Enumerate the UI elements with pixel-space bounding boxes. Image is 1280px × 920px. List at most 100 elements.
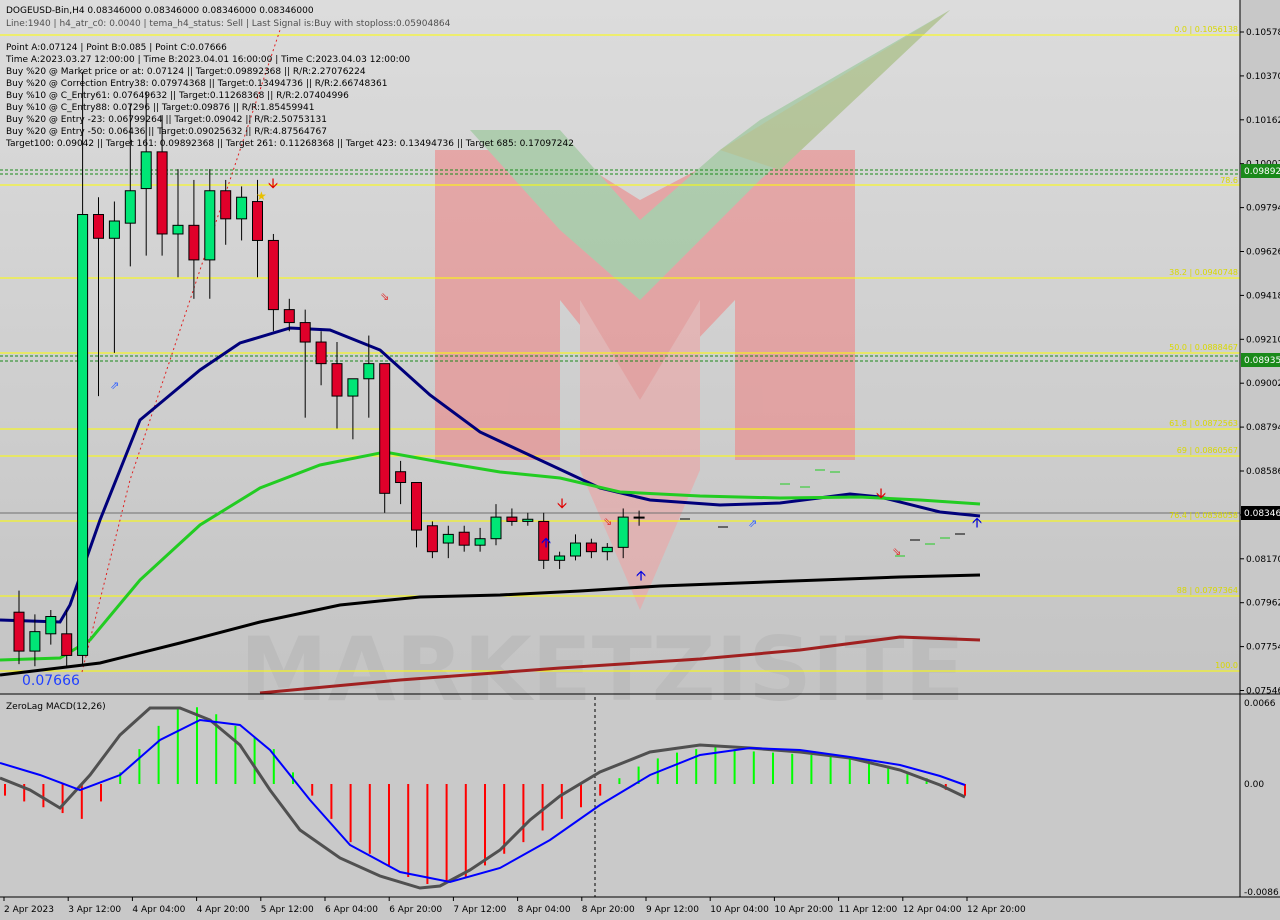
price-tick-label: 0.09418 (1246, 291, 1280, 301)
macd-tick: 0.0066 (1244, 699, 1276, 709)
time-tick-label: 3 Apr 12:00 (68, 905, 121, 915)
candle-body (506, 516, 518, 522)
time-tick-label: 9 Apr 12:00 (646, 905, 699, 915)
overlay-line: Line:1940 | h4_atr_c0: 0.0040 | tema_h4_… (6, 19, 451, 29)
hollow-down-arrow-icon: ⇘ (380, 290, 389, 303)
buy-arrow-icon: 🡩 (972, 515, 982, 531)
time-tick-label: 10 Apr 04:00 (710, 905, 769, 915)
info-line: Buy %20 @ Market price or at: 0.07124 ||… (6, 67, 366, 77)
macd-tick: 0.00 (1244, 780, 1264, 790)
info-line: Buy %10 @ C_Entry61: 0.07649632 || Targe… (6, 91, 349, 101)
candle-body (395, 471, 407, 484)
candle-body (204, 190, 216, 261)
candle-body (442, 533, 454, 544)
price-tick-label: 0.07754 (1246, 643, 1280, 653)
hollow-down-arrow-icon: ⇘ (603, 515, 612, 528)
hollow-up-arrow-icon: ⇗ (110, 379, 119, 392)
sell-arrow-icon: 🡫 (557, 496, 567, 512)
watermark-text: MARKETZISITE (240, 618, 965, 721)
buy-arrow-icon: 🡩 (541, 535, 551, 551)
chart-window[interactable]: MARKETZISITE 0.0 | 0.1056138 78.6 38.2 |… (0, 0, 1280, 920)
candle-body (490, 516, 502, 540)
info-line: Buy %20 @ Correction Entry38: 0.07974368… (6, 79, 387, 89)
fib-label: 100.0 (1215, 661, 1238, 670)
macd-title: ZeroLag MACD(12,26) (6, 702, 106, 712)
price-tick-label: 0.09210 (1246, 335, 1280, 345)
candle-body (29, 631, 41, 652)
candle-body (252, 201, 263, 241)
candle-body (347, 378, 359, 397)
candle-body (220, 190, 232, 220)
price-tick-label: 0.10370 (1246, 72, 1280, 82)
time-tick-label: 7 Apr 12:00 (453, 905, 506, 915)
price-tick-label: 0.09794 (1246, 204, 1280, 214)
candle-body (570, 542, 581, 557)
candle-body (283, 309, 295, 324)
fib-label: 88 | 0.0797364 (1177, 586, 1238, 595)
time-tick-label: 8 Apr 20:00 (582, 905, 635, 915)
candle-body (267, 239, 279, 311)
candle-body (45, 616, 57, 635)
candle-body (585, 542, 597, 553)
price-tick-label: 0.07962 (1246, 599, 1280, 609)
star-icon: ★ (256, 189, 267, 203)
time-tick-label: 12 Apr 20:00 (967, 905, 1026, 915)
price-tick-label: 0.09002 (1246, 379, 1280, 389)
time-tick-label: 6 Apr 04:00 (325, 905, 378, 915)
time-tick-label: 5 Apr 12:00 (261, 905, 314, 915)
candle-body (554, 555, 566, 561)
candle-body (140, 151, 152, 190)
candle-body (379, 363, 391, 494)
candle-body (188, 224, 200, 261)
candle-body (633, 516, 645, 519)
info-line: Time A:2023.03.27 12:00:00 | Time B:2023… (5, 55, 410, 65)
hollow-down-arrow-icon: ⇘ (892, 545, 901, 558)
time-tick-label: 4 Apr 04:00 (132, 905, 185, 915)
level-box-label: 0.08935 (1244, 356, 1280, 366)
buy-arrow-icon: 🡩 (636, 568, 646, 584)
point-c-label: 0.07666 (22, 673, 80, 689)
candle-body (156, 151, 168, 235)
candle-body (458, 531, 470, 546)
candle-body (299, 322, 311, 343)
candle-body (93, 214, 104, 239)
candle-body (77, 214, 89, 656)
info-line: Buy %20 @ Entry -50: 0.06436 || Target:0… (6, 127, 327, 137)
time-tick-label: 10 Apr 20:00 (774, 905, 833, 915)
candle-body (617, 516, 629, 548)
time-tick-label: 8 Apr 04:00 (518, 905, 571, 915)
candle-body (426, 525, 438, 553)
time-axis[interactable]: 2 Apr 2023 3 Apr 12:00 4 Apr 04:00 4 Apr 20… (3, 897, 1026, 915)
price-tick-label: 0.10162 (1246, 116, 1280, 126)
candle-body (474, 538, 486, 546)
time-tick-label: 11 Apr 12:00 (839, 905, 898, 915)
sell-arrow-icon: 🡫 (268, 176, 278, 192)
candle-body (601, 546, 613, 553)
fib-label: 38.2 | 0.0940748 (1169, 268, 1238, 277)
time-tick-label: 12 Apr 04:00 (903, 905, 962, 915)
candle-body (236, 196, 248, 220)
candle-body (331, 363, 343, 397)
current-price-label: 0.08346 (1244, 509, 1280, 519)
info-line: Buy %10 @ C_Entry88: 0.07296 || Target:0… (6, 103, 314, 113)
fib-label: 0.0 | 0.1056138 (1174, 25, 1238, 34)
time-tick-label: 2 Apr 2023 (4, 905, 54, 915)
price-tick-label: 0.07546 (1246, 687, 1280, 697)
macd-tick: -0.0086 (1244, 888, 1279, 898)
price-tick-label: 0.10578 (1246, 28, 1280, 38)
fib-label: 61.8 | 0.0872563 (1169, 419, 1238, 428)
time-tick-label: 4 Apr 20:00 (197, 905, 250, 915)
candle-body (13, 611, 25, 652)
sell-arrow-icon: 🡫 (876, 486, 886, 502)
candle-body (172, 224, 184, 235)
fib-label: 76.4 | 0.0838058 (1169, 511, 1238, 520)
price-tick-label: 0.08586 (1246, 467, 1280, 477)
fib-label: 78.6 (1220, 176, 1238, 185)
hollow-up-arrow-icon: ⇗ (748, 517, 757, 530)
candle-body (61, 633, 73, 656)
candle-body (363, 363, 375, 380)
candle-body (522, 518, 534, 522)
price-tick-label: 0.08170 (1246, 555, 1280, 565)
time-tick-label: 6 Apr 20:00 (389, 905, 442, 915)
info-line: Target100: 0.09042 || Target 161: 0.0989… (5, 139, 574, 149)
